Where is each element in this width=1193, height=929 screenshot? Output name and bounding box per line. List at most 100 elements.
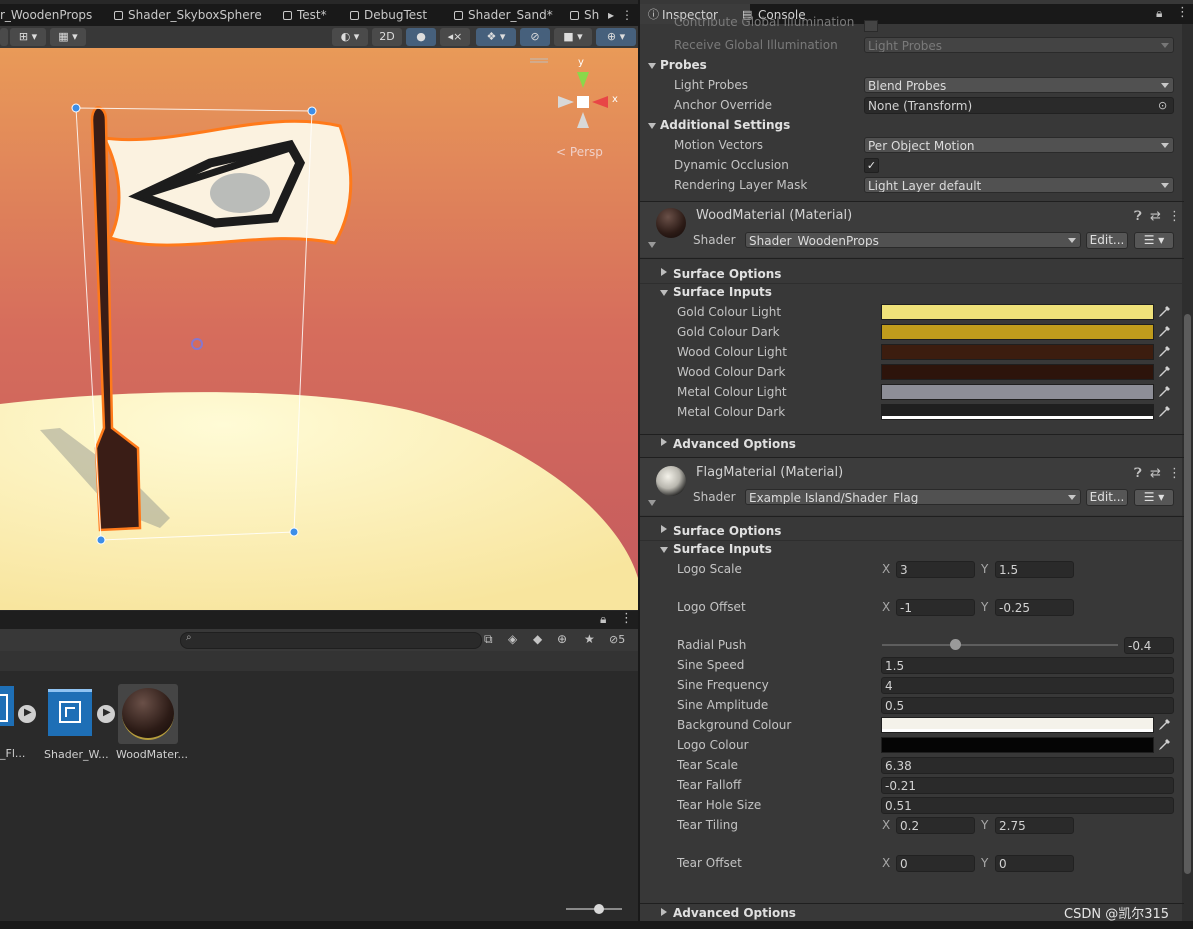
scene-tab-sh[interactable]: Sh: [570, 4, 599, 26]
lighting-toggle-icon[interactable]: ●: [406, 28, 436, 46]
anchor-override-field[interactable]: None (Transform) ⊙: [864, 97, 1174, 114]
logo-offset-x-field[interactable]: -1: [896, 599, 975, 616]
scrollbar-thumb[interactable]: [1184, 314, 1191, 874]
grid-visibility-button[interactable]: ▦ ▾: [50, 28, 86, 46]
panel-menu-icon[interactable]: ⋮: [620, 611, 633, 626]
scene-view[interactable]: y x < Persp: [0, 48, 638, 610]
flag-advanced-options-header[interactable]: Advanced Options: [673, 903, 796, 923]
wood-colour-swatch[interactable]: [881, 344, 1154, 360]
probes-foldout-icon[interactable]: [648, 63, 656, 69]
eyedropper-icon[interactable]: [1156, 384, 1172, 400]
tear-offset-y-field[interactable]: 0: [995, 855, 1074, 872]
flag-surface-options-foldout-icon[interactable]: [661, 525, 667, 533]
eyedropper-icon[interactable]: [1156, 344, 1172, 360]
camera-mode-label[interactable]: < Persp: [556, 145, 603, 159]
wood-advanced-foldout-icon[interactable]: [661, 438, 667, 446]
project-search-input[interactable]: ⌕: [180, 632, 482, 649]
audio-toggle-icon[interactable]: ◂×: [440, 28, 470, 46]
camera-settings-icon[interactable]: ■ ▾: [554, 28, 592, 46]
tear-falloff-field[interactable]: -0.21: [881, 777, 1174, 794]
flag-edit-button[interactable]: Edit...: [1086, 489, 1128, 506]
scene-tab-woodenprops[interactable]: r_WoodenProps: [0, 4, 92, 26]
wood-surface-options-foldout-icon[interactable]: [661, 268, 667, 276]
eyedropper-icon[interactable]: [1156, 324, 1172, 340]
logo-scale-y-field[interactable]: 1.5: [995, 561, 1074, 578]
flag-advanced-foldout-icon[interactable]: [661, 908, 667, 916]
radial-push-field[interactable]: -0.4: [1124, 637, 1174, 654]
asset-shader-woodenprops-thumb[interactable]: [48, 689, 92, 736]
hidden-packages-toggle[interactable]: ⊘5: [609, 633, 625, 646]
additional-settings-foldout-icon[interactable]: [648, 123, 656, 129]
tab-scroll-right-icon[interactable]: ▸: [606, 4, 616, 26]
flag-surface-inputs-header[interactable]: Surface Inputs: [673, 539, 772, 559]
eyedropper-icon[interactable]: [1156, 737, 1172, 753]
presets-icon[interactable]: ⇄: [1150, 210, 1161, 224]
tear-offset-x-field[interactable]: 0: [896, 855, 975, 872]
wood-surface-inputs-header[interactable]: Surface Inputs: [673, 282, 772, 302]
logo-offset-y-field[interactable]: -0.25: [995, 599, 1074, 616]
tear-hole-size-field[interactable]: 0.51: [881, 797, 1174, 814]
inspector-scrollbar[interactable]: [1182, 24, 1193, 929]
panel-menu-icon[interactable]: ⋮: [1176, 5, 1189, 20]
scene-tab-test[interactable]: Test*: [283, 4, 327, 26]
eyedropper-icon[interactable]: [1156, 364, 1172, 380]
sine-speed-field[interactable]: 1.5: [881, 657, 1174, 674]
lock-icon[interactable]: 🔒︎: [1156, 6, 1162, 21]
sine-amplitude-field[interactable]: 0.5: [881, 697, 1174, 714]
wood-edit-button[interactable]: Edit...: [1086, 232, 1128, 249]
slider-thumb[interactable]: [950, 639, 961, 650]
expand-asset-icon[interactable]: ▶: [18, 705, 36, 723]
material-foldout-icon[interactable]: [648, 500, 656, 506]
filter-by-type-icon[interactable]: ◈: [508, 632, 517, 646]
radial-push-slider[interactable]: [882, 639, 1118, 650]
help-icon[interactable]: ❓︎: [1134, 210, 1142, 224]
tab-menu-icon[interactable]: ⋮: [620, 4, 634, 26]
tear-tiling-y-field[interactable]: 2.75: [995, 817, 1074, 834]
lock-icon[interactable]: 🔒︎: [600, 612, 606, 627]
light-probes-dropdown[interactable]: Blend Probes: [864, 77, 1174, 93]
hidden-objects-toggle-icon[interactable]: ⊘: [520, 28, 550, 46]
log-filter-icon[interactable]: ⊕: [557, 632, 567, 646]
logo-scale-x-field[interactable]: 3: [896, 561, 975, 578]
material-foldout-icon[interactable]: [648, 242, 656, 248]
scene-tab-sand[interactable]: Shader_Sand*: [454, 4, 553, 26]
presets-icon[interactable]: ⇄: [1150, 467, 1161, 481]
flag-shader-menu-button[interactable]: ☰ ▾: [1134, 489, 1174, 506]
wood-colour-swatch[interactable]: [881, 404, 1154, 420]
wood-shader-menu-button[interactable]: ☰ ▾: [1134, 232, 1174, 249]
wood-surface-options-header[interactable]: Surface Options: [673, 264, 781, 284]
logo-colour-swatch[interactable]: [881, 737, 1154, 753]
gizmos-toggle-icon[interactable]: ⊕ ▾: [596, 28, 636, 46]
grid-snap-button[interactable]: ⊞ ▾: [10, 28, 46, 46]
draw-mode-button[interactable]: ◐ ▾: [332, 28, 368, 46]
thumbnail-size-slider[interactable]: [566, 904, 622, 914]
eyedropper-icon[interactable]: [1156, 304, 1172, 320]
help-icon[interactable]: ❓︎: [1134, 467, 1142, 481]
background-colour-swatch[interactable]: [881, 717, 1154, 733]
filter-by-label-icon[interactable]: ◆: [533, 632, 542, 646]
search-options-icon[interactable]: ⧉: [484, 632, 493, 647]
flag-surface-options-header[interactable]: Surface Options: [673, 521, 781, 541]
sine-frequency-field[interactable]: 4: [881, 677, 1174, 694]
component-menu-icon[interactable]: ⋮: [1168, 210, 1181, 224]
additional-settings-header[interactable]: Additional Settings: [660, 115, 790, 135]
component-menu-icon[interactable]: ⋮: [1168, 467, 1181, 481]
flag-surface-inputs-foldout-icon[interactable]: [660, 547, 668, 553]
flag-shader-dropdown[interactable]: Example Island/Shader_Flag: [745, 489, 1081, 505]
toggle-2d-button[interactable]: 2D: [372, 28, 402, 46]
wood-colour-swatch[interactable]: [881, 304, 1154, 320]
object-picker-icon[interactable]: ⊙: [1158, 98, 1167, 113]
asset-shader-flag-thumb[interactable]: [0, 686, 14, 726]
scene-tab-skybox[interactable]: Shader_SkyboxSphere: [114, 4, 262, 26]
contribute-gi-checkbox[interactable]: [864, 20, 878, 32]
wood-colour-swatch[interactable]: [881, 384, 1154, 400]
effects-toggle-icon[interactable]: ❖ ▾: [476, 28, 516, 46]
asset-woodmaterial-thumb[interactable]: [118, 684, 178, 744]
wood-surface-inputs-foldout-icon[interactable]: [660, 290, 668, 296]
receive-gi-dropdown[interactable]: Light Probes: [864, 37, 1174, 53]
motion-vectors-dropdown[interactable]: Per Object Motion: [864, 137, 1174, 153]
tear-tiling-x-field[interactable]: 0.2: [896, 817, 975, 834]
favorites-star-icon[interactable]: ★: [584, 632, 595, 646]
tear-scale-field[interactable]: 6.38: [881, 757, 1174, 774]
probes-header[interactable]: Probes: [660, 55, 707, 75]
